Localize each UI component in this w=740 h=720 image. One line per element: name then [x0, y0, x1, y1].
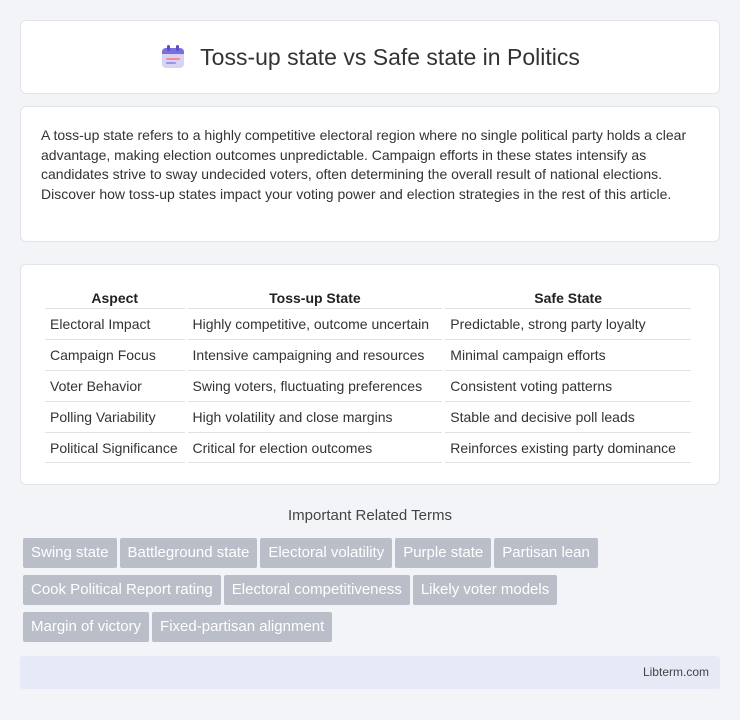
- related-term-tag[interactable]: Electoral competitiveness: [223, 575, 410, 605]
- table-cell: Electoral Impact: [45, 308, 185, 339]
- table-cell: Critical for election outcomes: [187, 432, 443, 463]
- table-header-row: Aspect Toss-up State Safe State: [45, 287, 691, 308]
- header-card: Toss-up state vs Safe state in Politics: [20, 20, 720, 94]
- related-term-tag[interactable]: Likely voter models: [412, 575, 558, 605]
- related-term-tag[interactable]: Purple state: [395, 538, 492, 568]
- column-header-safe: Safe State: [534, 290, 602, 306]
- related-terms-title: Important Related Terms: [288, 507, 452, 524]
- table-cell: Minimal campaign efforts: [445, 339, 691, 370]
- table-row: Polling Variability High volatility and …: [45, 401, 691, 432]
- comparison-table: Aspect Toss-up State Safe State Electora…: [42, 287, 694, 463]
- table-cell: Highly competitive, outcome uncertain: [187, 308, 443, 339]
- table-cell: Voter Behavior: [45, 370, 185, 401]
- related-term-tag[interactable]: Battleground state: [119, 538, 258, 568]
- comparison-table-card: Aspect Toss-up State Safe State Electora…: [20, 264, 720, 485]
- calendar-icon: [160, 44, 186, 70]
- related-terms-list: Swing state Battleground state Electoral v…: [23, 538, 723, 649]
- related-term-tag[interactable]: Cook Political Report rating: [23, 575, 221, 605]
- related-term-tag[interactable]: Swing state: [23, 538, 117, 568]
- table-cell: Stable and decisive poll leads: [445, 401, 691, 432]
- footer: Libterm.com: [20, 656, 720, 689]
- table-row: Voter Behavior Swing voters, fluctuating…: [45, 370, 691, 401]
- intro-card: A toss-up state refers to a highly compe…: [20, 106, 720, 242]
- related-term-tag[interactable]: Partisan lean: [494, 538, 598, 568]
- table-cell: Reinforces existing party dominance: [445, 432, 691, 463]
- table-cell: Predictable, strong party loyalty: [445, 308, 691, 339]
- table-cell: Intensive campaigning and resources: [187, 339, 443, 370]
- table-cell: Campaign Focus: [45, 339, 185, 370]
- related-term-tag[interactable]: Electoral volatility: [260, 538, 393, 568]
- table-row: Electoral Impact Highly competitive, out…: [45, 308, 691, 339]
- column-header-aspect: Aspect: [91, 290, 139, 306]
- table-cell: High volatility and close margins: [187, 401, 443, 432]
- intro-text: A toss-up state refers to a highly compe…: [41, 127, 687, 202]
- table-cell: Swing voters, fluctuating preferences: [187, 370, 443, 401]
- related-term-tag[interactable]: Margin of victory: [23, 612, 150, 642]
- footer-brand[interactable]: Libterm.com: [643, 665, 709, 679]
- table-row: Campaign Focus Intensive campaigning and…: [45, 339, 691, 370]
- page-title: Toss-up state vs Safe state in Politics: [200, 43, 580, 70]
- table-cell: Political Significance: [45, 432, 185, 463]
- table-cell: Consistent voting patterns: [445, 370, 691, 401]
- table-row: Political Significance Critical for elec…: [45, 432, 691, 463]
- column-header-toss-up: Toss-up State: [269, 290, 361, 306]
- table-cell: Polling Variability: [45, 401, 185, 432]
- related-term-tag[interactable]: Fixed-partisan alignment: [152, 612, 333, 642]
